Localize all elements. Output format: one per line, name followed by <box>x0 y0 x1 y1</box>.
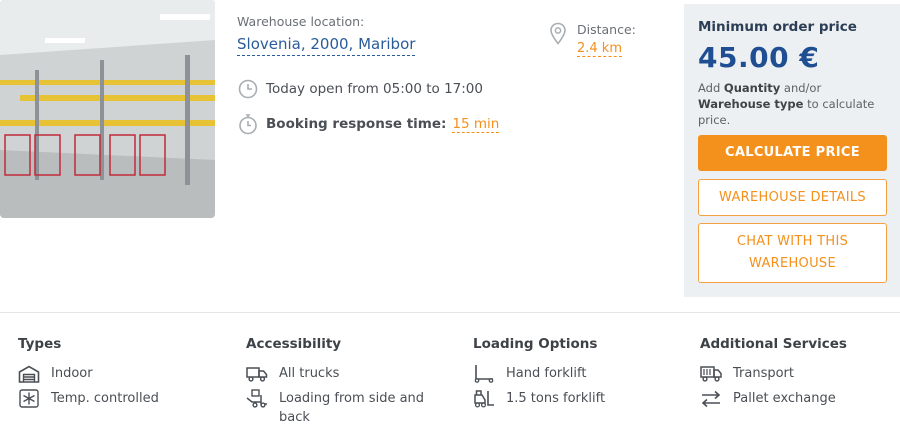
loading-section: Loading Options Hand forklift 1.5 tons f… <box>473 336 683 414</box>
stopwatch-icon <box>237 113 259 135</box>
services-item-transport: Transport <box>700 364 900 383</box>
calculate-price-button[interactable]: CALCULATE PRICE <box>698 135 887 171</box>
services-item-pallet: Pallet exchange <box>700 389 900 408</box>
hint-pre: Add <box>698 81 721 95</box>
snowflake-icon <box>18 389 40 408</box>
price-hint: Add Quantity and/or Warehouse type to ca… <box>698 80 886 128</box>
booking-response: Booking response time: 15 min <box>237 113 500 135</box>
accessibility-item-label: Loading from side and back <box>279 391 425 425</box>
services-item-label: Transport <box>733 366 795 381</box>
services-title: Additional Services <box>700 336 847 352</box>
accessibility-item-trucks: All trucks <box>246 364 456 383</box>
hint-quantity: Quantity <box>723 81 781 95</box>
distance-block: Distance: 2.4 km <box>549 22 636 57</box>
distance-value: 2.4 km <box>577 41 622 57</box>
types-title: Types <box>18 336 62 352</box>
types-item-temp: Temp. controlled <box>18 389 228 408</box>
loading-title: Loading Options <box>473 336 598 352</box>
accessibility-title: Accessibility <box>246 336 342 352</box>
location-value[interactable]: Slovenia, 2000, Maribor <box>237 35 416 56</box>
warehouse-icon <box>18 364 40 383</box>
chat-button-line2: WAREHOUSE <box>749 256 836 271</box>
loading-item-hand: Hand forklift <box>473 364 683 383</box>
loading-item-label: 1.5 tons forklift <box>506 391 606 406</box>
loading-item-label: Hand forklift <box>506 366 587 381</box>
section-divider <box>0 312 900 313</box>
clock-icon <box>237 78 259 100</box>
hint-mid: and/or <box>783 81 822 95</box>
exchange-arrows-icon <box>700 389 722 408</box>
location-block: Warehouse location: Slovenia, 2000, Mari… <box>237 14 416 56</box>
opening-hours: Today open from 05:00 to 17:00 <box>237 78 483 100</box>
services-item-label: Pallet exchange <box>733 391 836 406</box>
hint-warehouse-type: Warehouse type <box>698 97 804 111</box>
types-item-label: Indoor <box>51 366 93 381</box>
warehouse-image <box>0 0 215 218</box>
warehouse-photo[interactable] <box>0 0 215 218</box>
accessibility-section: Accessibility All trucks Loading from si… <box>246 336 456 433</box>
forklift-icon <box>473 389 495 408</box>
opening-hours-text: Today open from 05:00 to 17:00 <box>266 81 483 97</box>
types-item-label: Temp. controlled <box>51 391 159 406</box>
delivery-truck-icon <box>700 364 722 383</box>
map-pin-icon <box>549 22 567 57</box>
hand-forklift-icon <box>473 364 495 383</box>
chat-button-line1: CHAT WITH THIS <box>736 234 849 249</box>
booking-response-value[interactable]: 15 min <box>452 116 500 133</box>
services-section: Additional Services Transport Pallet exc… <box>700 336 900 414</box>
loading-item-forklift: 1.5 tons forklift <box>473 389 683 408</box>
chat-warehouse-button[interactable]: CHAT WITH THIS WAREHOUSE <box>698 223 887 283</box>
location-label: Warehouse location: <box>237 14 365 29</box>
types-section: Types Indoor Temp. controlled <box>18 336 228 414</box>
accessibility-item-label: All trucks <box>279 366 340 381</box>
types-item-indoor: Indoor <box>18 364 228 383</box>
min-order-price: 45.00 € <box>698 41 820 74</box>
warehouse-details-button[interactable]: WAREHOUSE DETAILS <box>698 179 887 216</box>
min-order-title: Minimum order price <box>698 19 857 35</box>
accessibility-item-loading: Loading from side and back <box>246 389 456 427</box>
pricing-panel: Minimum order price 45.00 € Add Quantity… <box>684 4 900 297</box>
distance-label: Distance: <box>577 22 636 37</box>
booking-response-label: Booking response time: <box>266 116 447 132</box>
truck-icon <box>246 364 268 383</box>
loading-truck-icon <box>246 389 268 408</box>
